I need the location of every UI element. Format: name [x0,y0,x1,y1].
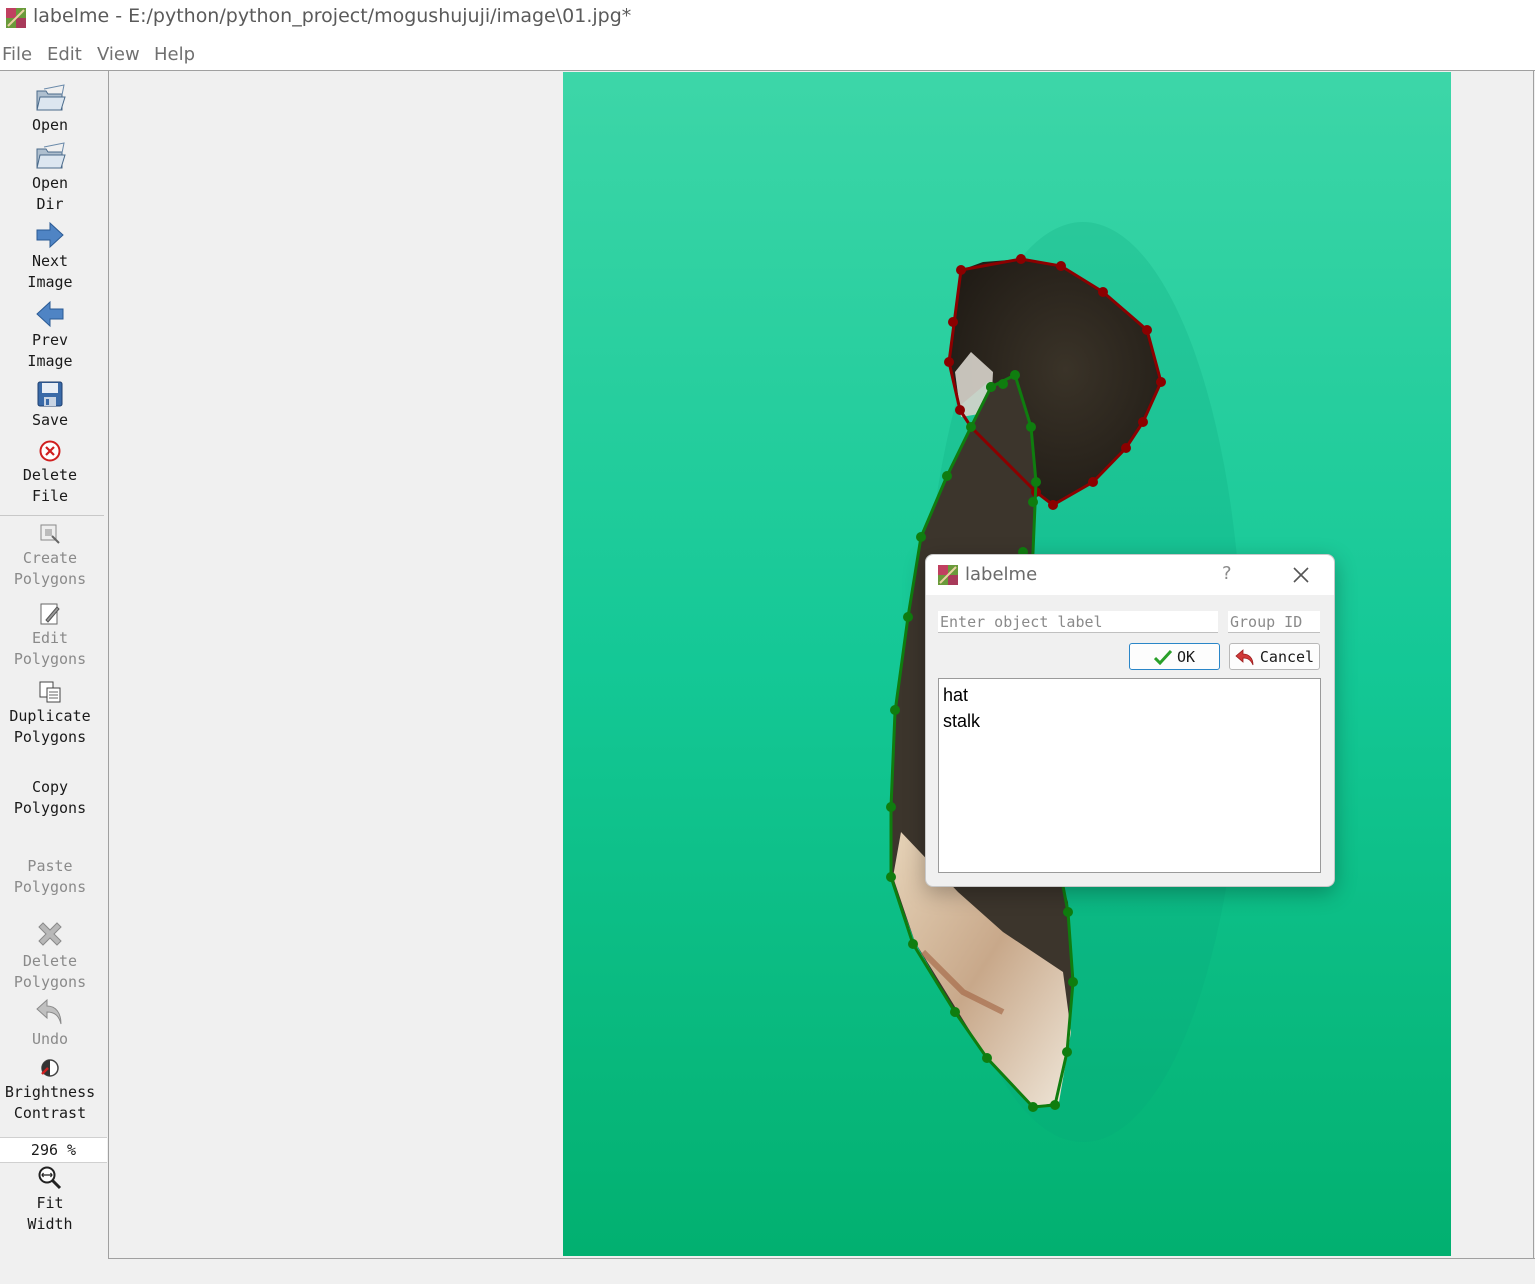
duplicate-polygons-label-1: Duplicate [9,707,91,725]
cancel-label: Cancel [1259,647,1315,666]
create-polygons-label-1: Create [22,549,78,567]
menu-help[interactable]: Help [154,44,195,65]
menu-bar: File Edit View Help [0,38,1535,70]
checkmark-icon [1153,649,1172,665]
delete-file-button[interactable]: Delete File [0,439,100,507]
undo-button[interactable]: Undo [0,997,100,1050]
menu-file[interactable]: File [2,44,32,65]
delete-file-label-1: Delete [22,466,78,484]
open-dir-label-2: Dir [36,195,64,213]
delete-polygons-label-1: Delete [22,952,78,970]
menu-edit[interactable]: Edit [47,44,82,65]
cancel-button[interactable]: Cancel [1229,643,1320,670]
undo-label: Undo [31,1030,69,1048]
list-item-stalk[interactable]: stalk [943,708,1316,734]
fit-width-label-1: Fit [36,1194,64,1212]
help-button[interactable]: ? [1222,563,1232,584]
right-border [1533,71,1534,1258]
label-input[interactable] [938,611,1218,633]
toolbar-separator [0,515,104,516]
dialog-title: labelme [965,564,1038,585]
brightness-contrast-label-1: Brightness [4,1083,96,1101]
delete-polygons-label-2: Polygons [13,973,87,991]
delete-x-icon [38,922,62,946]
ok-button[interactable]: OK [1129,643,1220,670]
undo-arrow-icon [1235,648,1254,665]
prev-image-button[interactable]: Prev Image [0,300,100,372]
zoom-fit-icon [38,1166,62,1190]
group-id-input[interactable] [1228,611,1320,633]
prev-image-label-1: Prev [31,331,69,349]
arrow-right-icon [36,221,64,249]
window-title: labelme - E:/python/python_project/mogus… [33,5,632,27]
arrow-left-icon [36,300,64,328]
ok-label: OK [1176,647,1196,666]
window-title-bar: labelme - E:/python/python_project/mogus… [0,0,1535,38]
open-label: Open [31,116,69,134]
prev-image-label-2: Image [27,352,73,370]
duplicate-icon [39,681,61,703]
create-polygon-icon [40,524,60,544]
copy-polygons-button[interactable]: Copy Polygons [0,777,100,819]
fit-width-label-2: Width [27,1215,73,1233]
tools-toolbar: Open Open Dir Next Image Prev Image Save [0,71,109,1259]
brightness-contrast-button[interactable]: Brightness Contrast [0,1056,100,1124]
edit-pencil-icon [40,603,60,625]
edit-polygons-label-2: Polygons [13,650,87,668]
zoom-level-field[interactable]: 296 % [0,1137,107,1163]
create-polygons-button[interactable]: Create Polygons [0,522,100,590]
create-polygons-label-2: Polygons [13,570,87,588]
delete-file-label-2: File [31,487,69,505]
copy-polygons-label-1: Copy [31,778,69,796]
duplicate-polygons-label-2: Polygons [13,728,87,746]
delete-circle-icon [39,440,61,462]
save-label: Save [31,411,69,429]
next-image-label-1: Next [31,252,69,270]
next-image-label-2: Image [27,273,73,291]
paste-polygons-label-1: Paste [27,857,73,875]
brightness-contrast-label-2: Contrast [13,1104,87,1122]
open-dir-button[interactable]: Open Dir [0,141,100,215]
edit-polygons-label-1: Edit [31,629,69,647]
brightness-contrast-icon [41,1059,59,1077]
list-item-hat[interactable]: hat [943,682,1316,708]
copy-polygons-label-2: Polygons [13,799,87,817]
undo-icon [36,998,62,1025]
folder-open-icon [36,142,66,169]
next-image-button[interactable]: Next Image [0,221,100,293]
labelme-logo-icon [6,8,26,28]
save-button[interactable]: Save [0,380,100,431]
paste-polygons-label-2: Polygons [13,878,87,896]
labelme-logo-icon [938,565,958,585]
delete-polygons-button[interactable]: Delete Polygons [0,919,100,993]
menu-view[interactable]: View [97,44,140,65]
floppy-disk-icon [37,381,63,407]
dialog-title-bar: labelme ? [926,555,1334,595]
fit-width-button[interactable]: Fit Width [0,1165,100,1235]
duplicate-polygons-button[interactable]: Duplicate Polygons [0,680,100,748]
paste-polygons-button[interactable]: Paste Polygons [0,856,100,898]
open-button[interactable]: Open [0,83,100,136]
label-list[interactable]: hat stalk [938,678,1321,873]
label-dialog: labelme ? OK Cancel hat stalk [925,554,1335,887]
status-bar-border [109,1258,1535,1259]
edit-polygons-button[interactable]: Edit Polygons [0,602,100,670]
folder-open-icon [36,84,66,111]
close-icon[interactable] [1291,565,1311,585]
open-dir-label-1: Open [31,174,69,192]
